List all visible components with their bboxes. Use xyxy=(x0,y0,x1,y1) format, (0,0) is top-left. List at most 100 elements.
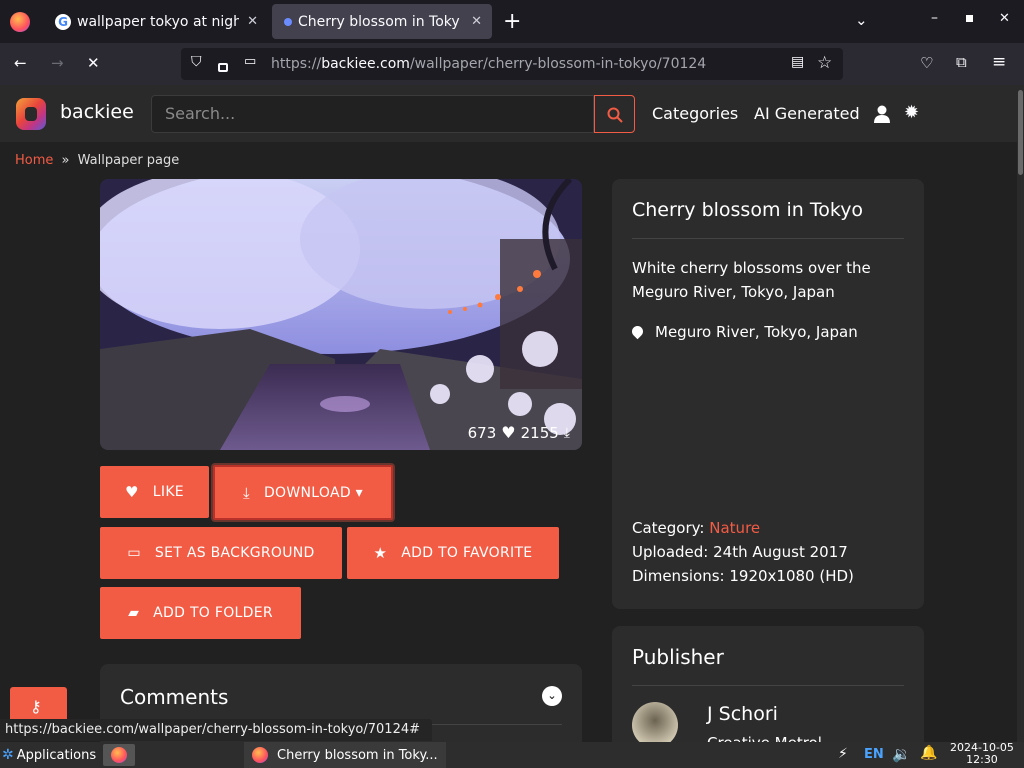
download-label: DOWNLOAD ▾ xyxy=(263,484,363,501)
app-menu-icon[interactable]: ≡ xyxy=(992,52,1006,72)
wallpaper-description: White cherry blossoms over the Meguro Ri… xyxy=(632,259,871,301)
shield-icon[interactable]: ⛉ xyxy=(191,54,202,70)
tab-title: wallpaper tokyo at night xyxy=(77,13,239,30)
scrollbar[interactable] xyxy=(1017,85,1024,742)
tab-cherry-blossom[interactable]: Cherry blossom in Tokyo ✕ xyxy=(272,4,492,39)
tab-close-icon[interactable]: ✕ xyxy=(247,14,258,29)
nav-ai-generated[interactable]: AI Generated xyxy=(754,104,860,123)
bookmark-star-icon[interactable]: ☆ xyxy=(817,53,832,73)
url-bar[interactable]: ⛉ ▭ https://backiee.com/wallpaper/cherry… xyxy=(181,48,843,80)
key-icon: ⚷ xyxy=(30,697,42,716)
link-status-text: https://backiee.com/wallpaper/cherry-blo… xyxy=(0,719,432,741)
google-icon: G xyxy=(55,13,71,30)
publisher-card: Publisher J Schori Creative Metrol... xyxy=(612,626,924,742)
backiee-logo-icon[interactable] xyxy=(16,98,46,130)
loading-icon xyxy=(284,17,292,26)
search-input[interactable]: Search... xyxy=(151,95,594,133)
star-icon: ★ xyxy=(373,544,388,562)
set-background-label: SET AS BACKGROUND xyxy=(154,545,315,561)
breadcrumb-home[interactable]: Home xyxy=(15,153,53,168)
network-icon[interactable]: ⚡ xyxy=(838,746,848,762)
location: Meguro River, Tokyo, Japan xyxy=(629,320,858,344)
new-tab-icon[interactable]: + xyxy=(503,9,521,34)
pocket-icon[interactable]: ♡ xyxy=(920,54,933,72)
volume-icon[interactable]: 🔉 xyxy=(892,745,911,763)
breadcrumb-separator: » xyxy=(61,153,70,168)
cherry-blossom-photo xyxy=(100,179,582,450)
firefox-menu-icon[interactable] xyxy=(10,12,30,32)
comments-title: Comments xyxy=(120,685,229,709)
heart-icon: ♥ xyxy=(125,483,139,501)
upload-date: Uploaded: 24th August 2017 xyxy=(632,543,848,561)
like-button[interactable]: ♥ LIKE xyxy=(100,466,209,518)
add-to-favorite-button[interactable]: ★ ADD TO FAVORITE xyxy=(347,527,559,579)
page-info-icon[interactable]: ▭ xyxy=(244,54,256,69)
publisher-name[interactable]: J Schori xyxy=(707,703,778,725)
forward-icon[interactable]: → xyxy=(51,54,64,72)
heart-icon: ♥ xyxy=(501,423,516,442)
theme-toggle-icon[interactable]: ✹ xyxy=(904,102,919,123)
maximize-icon[interactable] xyxy=(966,15,973,22)
lock-icon[interactable] xyxy=(218,63,228,72)
taskbar: ✲ Applications Cherry blossom in Toky...… xyxy=(0,742,1024,768)
image-stats: 673 ♥ 2155 ⤓ xyxy=(468,423,570,442)
keyboard-layout[interactable]: EN xyxy=(864,747,884,762)
time: 12:30 xyxy=(966,753,998,766)
avatar[interactable] xyxy=(632,702,678,742)
category-link[interactable]: Nature xyxy=(709,519,760,537)
download-button[interactable]: ⤓ DOWNLOAD ▾ xyxy=(213,465,393,520)
location-text: Meguro River, Tokyo, Japan xyxy=(655,323,858,341)
applications-menu[interactable]: ✲ Applications xyxy=(2,742,96,768)
folder-icon: ▰ xyxy=(128,605,140,621)
download-icon: ⤓ xyxy=(563,424,570,441)
firefox-icon xyxy=(252,747,268,763)
firefox-launcher-icon[interactable] xyxy=(103,744,135,766)
monitor-icon: ▭ xyxy=(127,545,141,561)
category-line: Category: Nature xyxy=(632,519,761,537)
wallpaper-image[interactable]: 673 ♥ 2155 ⤓ xyxy=(100,179,582,450)
publisher-subtitle: Creative Metrol... xyxy=(707,734,836,742)
divider xyxy=(632,685,904,686)
add-to-folder-button[interactable]: ▰ ADD TO FOLDER xyxy=(100,587,301,639)
add-folder-label: ADD TO FOLDER xyxy=(153,605,273,621)
breadcrumb-current: Wallpaper page xyxy=(77,153,180,168)
taskbar-window-firefox[interactable]: Cherry blossom in Toky... xyxy=(244,742,446,768)
like-label: LIKE xyxy=(152,484,184,500)
wallpaper-title: Cherry blossom in Tokyo xyxy=(632,199,864,221)
add-favorite-label: ADD TO FAVORITE xyxy=(401,545,533,561)
minimize-icon[interactable]: – xyxy=(931,10,938,26)
nav-categories[interactable]: Categories xyxy=(652,104,738,123)
browser-tab-bar: G wallpaper tokyo at night ✕ Cherry blos… xyxy=(0,0,1024,43)
search-button[interactable] xyxy=(594,95,635,133)
clock[interactable]: 2024-10-05 12:30 xyxy=(950,742,1014,766)
set-as-background-button[interactable]: ▭ SET AS BACKGROUND xyxy=(100,527,342,579)
reader-view-icon[interactable]: ▤ xyxy=(791,54,804,70)
dimensions: Dimensions: 1920x1080 (HD) xyxy=(632,567,854,585)
applications-icon: ✲ xyxy=(2,747,14,763)
web-page: backiee Search... Categories AI Generate… xyxy=(0,85,1024,742)
back-icon[interactable]: ← xyxy=(14,54,27,72)
browser-toolbar: ← → ✕ ⛉ ▭ https://backiee.com/wallpaper/… xyxy=(0,43,1024,85)
scrollbar-thumb[interactable] xyxy=(1018,90,1023,175)
divider xyxy=(632,238,904,239)
map-pin-icon xyxy=(629,323,646,340)
download-count: 2155 xyxy=(520,423,559,442)
close-window-icon[interactable]: ✕ xyxy=(999,11,1010,26)
breadcrumb: Home » Wallpaper page xyxy=(15,153,179,168)
chevron-down-icon[interactable]: ⌄ xyxy=(542,686,562,706)
stop-loading-icon[interactable]: ✕ xyxy=(87,54,100,72)
notification-bell-icon[interactable]: 🔔 xyxy=(920,745,937,761)
download-icon: ⤓ xyxy=(243,483,250,502)
tab-title: Cherry blossom in Tokyo xyxy=(298,13,460,30)
extensions-icon[interactable]: ⧉ xyxy=(956,53,967,71)
list-tabs-icon[interactable]: ⌄ xyxy=(855,11,868,29)
search-icon xyxy=(607,107,623,123)
site-header: backiee Search... Categories AI Generate… xyxy=(0,85,1017,142)
tab-wallpaper-tokyo[interactable]: G wallpaper tokyo at night ✕ xyxy=(45,4,268,39)
tab-close-icon[interactable]: ✕ xyxy=(471,14,482,29)
publisher-heading: Publisher xyxy=(632,645,724,669)
user-icon[interactable] xyxy=(874,105,890,123)
url-text[interactable]: https://backiee.com/wallpaper/cherry-blo… xyxy=(271,56,706,72)
site-brand[interactable]: backiee xyxy=(60,101,134,123)
wallpaper-info-card: Cherry blossom in Tokyo White cherry blo… xyxy=(612,179,924,609)
